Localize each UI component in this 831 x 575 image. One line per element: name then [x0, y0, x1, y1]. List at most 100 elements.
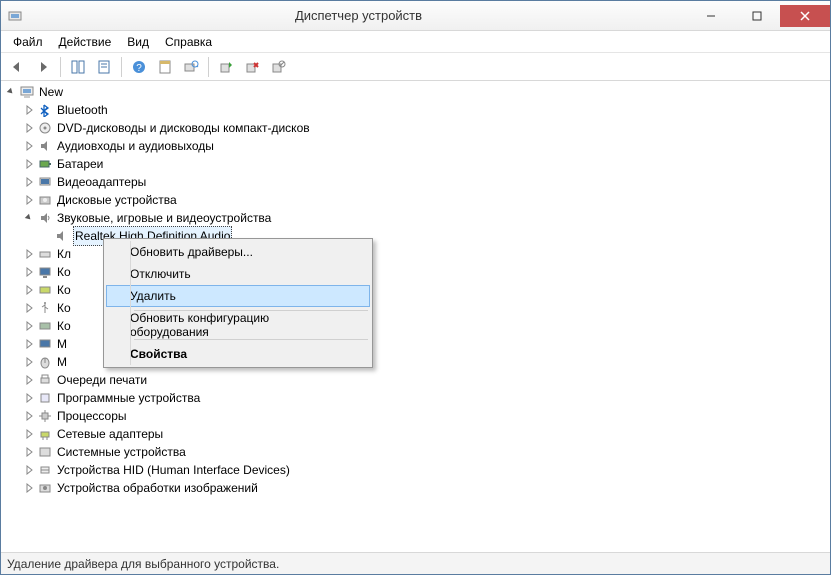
properties-button[interactable]: [153, 55, 177, 79]
scan-hardware-button[interactable]: [179, 55, 203, 79]
expand-icon[interactable]: [23, 320, 35, 332]
expand-icon[interactable]: [23, 392, 35, 404]
tree-label: Дисковые устройства: [57, 191, 177, 209]
expand-icon[interactable]: [23, 284, 35, 296]
minimize-button[interactable]: [688, 5, 734, 27]
expand-icon[interactable]: [23, 302, 35, 314]
tree-label: М: [57, 335, 67, 353]
tree-label: Батареи: [57, 155, 103, 173]
expand-icon[interactable]: [23, 194, 35, 206]
ctx-properties[interactable]: Свойства: [106, 343, 370, 365]
monitor-icon: [37, 336, 53, 352]
update-driver-button[interactable]: [214, 55, 238, 79]
app-icon: [7, 8, 23, 24]
collapse-icon[interactable]: [23, 212, 35, 224]
tree-label: Системные устройства: [57, 443, 186, 461]
tree-item[interactable]: Программные устройства: [5, 389, 830, 407]
close-button[interactable]: [780, 5, 830, 27]
sound-icon: [37, 210, 53, 226]
statusbar: Удаление драйвера для выбранного устройс…: [1, 552, 830, 574]
toolbar-separator: [208, 57, 209, 77]
toolbar: ?: [1, 53, 830, 81]
tree-label: Очереди печати: [57, 371, 147, 389]
context-menu: Обновить драйверы... Отключить Удалить О…: [103, 238, 373, 368]
tree-item[interactable]: Очереди печати: [5, 371, 830, 389]
audio-io-icon: [37, 138, 53, 154]
tree-item[interactable]: Системные устройства: [5, 443, 830, 461]
ctx-scan-hardware[interactable]: Обновить конфигурацию оборудования: [106, 314, 370, 336]
tree-label: Звуковые, игровые и видеоустройства: [57, 209, 271, 227]
toolbar-separator: [60, 57, 61, 77]
tree-item[interactable]: Устройства HID (Human Interface Devices): [5, 461, 830, 479]
forward-button[interactable]: [31, 55, 55, 79]
usb-icon: [37, 300, 53, 316]
display-adapter-icon: [37, 174, 53, 190]
menu-help[interactable]: Справка: [157, 33, 220, 51]
maximize-button[interactable]: [734, 5, 780, 27]
menu-file[interactable]: Файл: [5, 33, 51, 51]
battery-icon: [37, 156, 53, 172]
controller-icon: [37, 282, 53, 298]
tree-root[interactable]: New: [5, 83, 830, 101]
menu-action[interactable]: Действие: [51, 33, 120, 51]
ctx-uninstall[interactable]: Удалить: [106, 285, 370, 307]
menu-view[interactable]: Вид: [119, 33, 157, 51]
expand-icon[interactable]: [23, 464, 35, 476]
properties-page-button[interactable]: [92, 55, 116, 79]
expand-icon[interactable]: [23, 248, 35, 260]
expand-icon[interactable]: [23, 356, 35, 368]
tree-label: М: [57, 353, 67, 371]
dvd-icon: [37, 120, 53, 136]
titlebar: Диспетчер устройств: [1, 1, 830, 31]
tree-item[interactable]: Видеоадаптеры: [5, 173, 830, 191]
tree-label: Bluetooth: [57, 101, 108, 119]
expand-icon[interactable]: [23, 446, 35, 458]
expand-icon[interactable]: [23, 176, 35, 188]
tree-item[interactable]: Аудиовходы и аудиовыходы: [5, 137, 830, 155]
toolbar-separator: [121, 57, 122, 77]
tree-item[interactable]: Дисковые устройства: [5, 191, 830, 209]
disable-button[interactable]: [266, 55, 290, 79]
tree-item[interactable]: Устройства обработки изображений: [5, 479, 830, 497]
keyboard-icon: [37, 246, 53, 262]
window-title: Диспетчер устройств: [29, 8, 688, 23]
status-text: Удаление драйвера для выбранного устройс…: [7, 557, 279, 571]
expand-icon[interactable]: [23, 428, 35, 440]
device-manager-window: Диспетчер устройств Файл Действие Вид Сп…: [0, 0, 831, 575]
tree-item[interactable]: Сетевые адаптеры: [5, 425, 830, 443]
collapse-icon[interactable]: [5, 86, 17, 98]
ctx-update-drivers[interactable]: Обновить драйверы...: [106, 241, 370, 263]
tree-item[interactable]: Процессоры: [5, 407, 830, 425]
tree-label: Программные устройства: [57, 389, 200, 407]
software-device-icon: [37, 390, 53, 406]
tree-item[interactable]: Батареи: [5, 155, 830, 173]
tree-label: DVD-дисководы и дисководы компакт-дисков: [57, 119, 310, 137]
tree-label: Устройства обработки изображений: [57, 479, 258, 497]
tree-item[interactable]: DVD-дисководы и дисководы компакт-дисков: [5, 119, 830, 137]
system-device-icon: [37, 444, 53, 460]
tree-label: Устройства HID (Human Interface Devices): [57, 461, 290, 479]
show-hide-button[interactable]: [66, 55, 90, 79]
back-button[interactable]: [5, 55, 29, 79]
expand-icon[interactable]: [23, 140, 35, 152]
tree-label: Ко: [57, 263, 71, 281]
print-queue-icon: [37, 372, 53, 388]
context-menu-separator: [134, 339, 368, 340]
help-button[interactable]: ?: [127, 55, 151, 79]
expand-icon[interactable]: [23, 266, 35, 278]
expand-icon[interactable]: [23, 104, 35, 116]
expand-icon[interactable]: [23, 374, 35, 386]
expand-icon[interactable]: [23, 410, 35, 422]
expand-icon[interactable]: [23, 338, 35, 350]
sound-device-icon: [53, 228, 69, 244]
uninstall-button[interactable]: [240, 55, 264, 79]
tree-item-expanded[interactable]: Звуковые, игровые и видеоустройства: [5, 209, 830, 227]
expand-icon[interactable]: [23, 482, 35, 494]
expand-icon[interactable]: [23, 122, 35, 134]
mouse-icon: [37, 354, 53, 370]
tree-item[interactable]: Bluetooth: [5, 101, 830, 119]
hid-icon: [37, 462, 53, 478]
ctx-disable[interactable]: Отключить: [106, 263, 370, 285]
expand-icon[interactable]: [23, 158, 35, 170]
tree-label: Ко: [57, 299, 71, 317]
